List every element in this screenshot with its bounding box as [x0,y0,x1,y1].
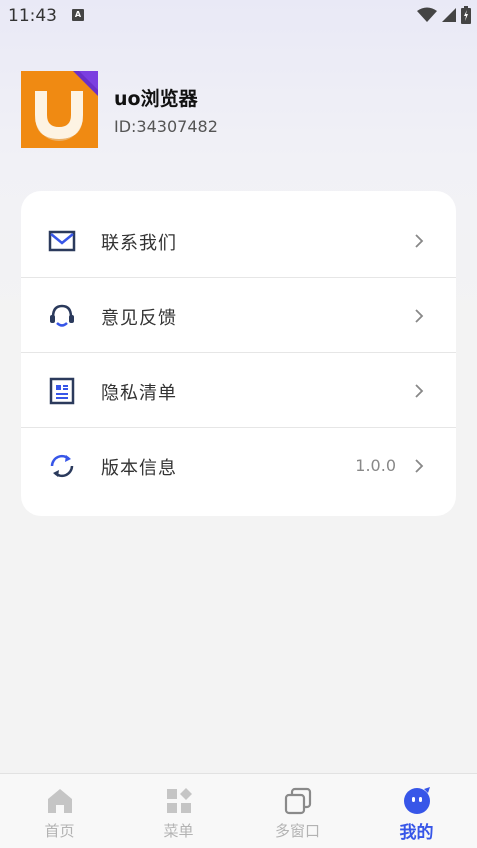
chevron-right-icon [415,459,424,473]
headset-icon [50,304,74,327]
refresh-icon [50,454,74,478]
settings-menu-card: 联系我们 意见反馈 隐私清单 版本信息 1.0.0 [21,191,456,516]
nav-label: 菜单 [163,822,194,840]
menu-item-label: 版本信息 [101,458,177,479]
nav-item-home[interactable]: 首页 [0,774,119,848]
battery-icon [461,6,471,24]
grid-icon [167,788,192,813]
bottom-nav: 首页 菜单 多窗口 我的 [0,773,477,848]
a-notification-icon: A [72,9,84,21]
app-name: uo浏览器 [114,88,198,110]
app-logo [21,71,98,148]
signal-icon [442,8,456,22]
document-icon [49,377,75,405]
nav-item-menu[interactable]: 菜单 [119,774,238,848]
user-id: ID:34307482 [114,117,218,136]
nav-label: 多窗口 [274,822,320,840]
profile-header: uo浏览器 ID:34307482 [21,71,461,149]
nav-item-multi-window[interactable]: 多窗口 [238,774,357,848]
windows-icon [284,787,312,815]
menu-item-contact-us[interactable]: 联系我们 [21,203,456,278]
version-number: 1.0.0 [355,456,396,475]
menu-item-label: 意见反馈 [101,308,177,329]
chevron-right-icon [415,234,424,248]
nav-label: 我的 [399,823,434,843]
home-icon [48,789,72,813]
chevron-right-icon [415,309,424,323]
menu-item-version-info[interactable]: 版本信息 1.0.0 [21,428,456,503]
wifi-icon [417,7,437,22]
menu-item-feedback[interactable]: 意见反馈 [21,278,456,353]
nav-label: 首页 [44,822,75,840]
chevron-right-icon [415,384,424,398]
status-time: 11:43 [8,6,57,26]
profile-face-icon [404,787,430,814]
menu-item-label: 隐私清单 [101,383,177,404]
mail-icon [48,230,76,252]
menu-item-privacy-list[interactable]: 隐私清单 [21,353,456,428]
nav-item-mine[interactable]: 我的 [357,774,476,848]
menu-item-label: 联系我们 [101,233,177,254]
status-bar: 11:43 A [0,0,477,34]
status-icons [417,6,471,24]
